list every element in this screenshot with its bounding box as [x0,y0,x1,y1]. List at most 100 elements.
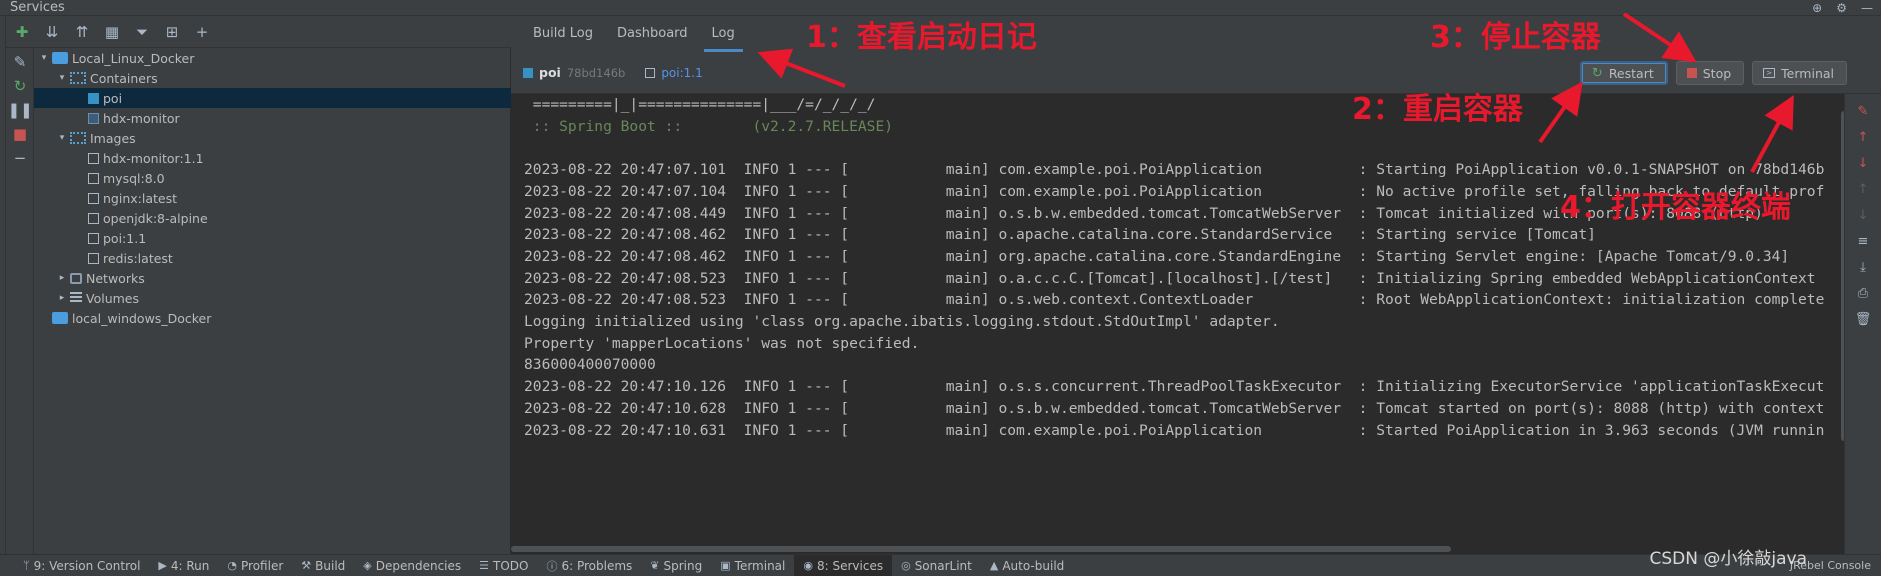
expand-all-icon[interactable]: ⇊ [42,22,62,42]
gear-icon[interactable]: ⚙ [1836,0,1847,16]
tree-item[interactable]: openjdk:8-alpine [34,208,511,228]
next-icon[interactable]: ↓ [1853,206,1873,226]
tree-item[interactable]: poi:1.1 [34,228,511,248]
scroll-to-end-icon[interactable]: ⤓ [1853,258,1873,278]
tab-strip: Build Log Dashboard Log [511,16,1881,52]
tree-item-label: openjdk:8-alpine [103,210,208,226]
toolwindow-run[interactable]: ▶ 4: Run [149,555,218,576]
toolwindow-sonarlint[interactable]: ◎ SonarLint [892,555,981,576]
tree-item[interactable]: hdx-monitor [34,108,511,128]
toolwindow-services[interactable]: ◉ 8: Services [794,554,893,576]
chevron-down-icon[interactable]: ▾ [56,73,68,83]
pause-icon[interactable]: ❚❚ [7,100,32,120]
tree-item[interactable]: ▸ Networks [34,268,511,288]
networks-icon [70,272,82,284]
toolwindow-terminal[interactable]: ▣ Terminal [711,555,794,576]
chevron-right-icon[interactable]: ▸ [56,293,68,303]
tree-item[interactable]: mysql:8.0 [34,168,511,188]
tree-item[interactable]: ▾ Containers [34,68,511,88]
toolwindow-hammer[interactable]: ⚒ Build [292,555,354,576]
toolwindow-profiler[interactable]: ◔ Profiler [218,555,292,576]
stop-button[interactable]: Stop [1675,61,1745,85]
restart-icon: ↻ [1591,65,1603,81]
tree-item-label: local_windows_Docker [72,310,212,326]
new-tab-icon[interactable]: ⊞ [162,22,182,42]
minimize-icon[interactable]: — [1861,0,1873,16]
tree-item[interactable]: hdx-monitor:1.1 [34,148,511,168]
toolwindow-list[interactable]: ☰ TODO [470,555,537,576]
toolwindow-dependencies[interactable]: ◈ Dependencies [354,555,470,576]
up-arrow-icon[interactable]: ↑ [1853,128,1873,148]
chevron-down-icon[interactable]: ▾ [56,133,68,143]
run-icon: ▶ [158,559,167,572]
soft-wrap-icon[interactable]: ≡ [1853,232,1873,252]
toolwindow-label: TODO [493,558,529,573]
down-arrow-icon[interactable]: ↓ [1853,154,1873,174]
containers-icon [70,72,86,84]
tree-item[interactable]: nginx:latest [34,188,511,208]
tree-item[interactable]: poi [34,88,511,108]
toolwindow-label: Auto-build [1002,558,1065,573]
add-service-icon[interactable]: ✚ [12,22,32,42]
tab-log[interactable]: Log [700,16,747,52]
tab-build-log[interactable]: Build Log [521,16,605,52]
terminal-icon: ▣ [720,559,731,572]
toolwindow-warning[interactable]: ▲ Auto-build [981,555,1073,576]
toolwindow-branch[interactable]: ᛘ 9: Version Control [14,555,149,576]
toolwindow-label: Terminal [734,558,786,573]
tree-item[interactable]: local_windows_Docker [34,308,511,328]
services-tree: ▾ Local_Linux_Docker ▾ Containers poi hdx-mon… [34,48,511,554]
print-icon[interactable]: ⎙ [1853,284,1873,304]
services-vertical-toolbar: ✎ ↻ ❚❚ ■ − [6,48,34,554]
redeploy-icon[interactable]: ↻ [10,76,30,96]
log-output[interactable]: =========|_|==============|___/=/_/_/_/ … [511,94,1844,554]
clear-marker-icon[interactable]: ✎ [1853,102,1873,122]
hammer-icon: ⚒ [301,559,312,572]
tree-item-label: Volumes [86,290,140,306]
edit-icon[interactable]: ✎ [10,52,30,72]
tree-item[interactable]: redis:latest [34,248,511,268]
container-infobar: poi 78bd146b poi:1.1 ↻ Restart Stop > Te… [511,52,1881,94]
docker-icon [52,312,68,324]
tree-item[interactable]: ▸ Volumes [34,288,511,308]
toolwindow-label: Build [315,558,346,573]
prev-icon[interactable]: ↑ [1853,180,1873,200]
stop-label: Stop [1702,65,1732,81]
horizontal-scrollbar[interactable] [511,544,1844,554]
collapse-all-icon[interactable]: ⇈ [72,22,92,42]
tree-item[interactable]: ▾ Local_Linux_Docker [34,48,511,68]
annotation-3: 3：停止容器 [1430,20,1601,55]
tree-item[interactable]: ▾ Images [34,128,511,148]
container-image-link[interactable]: poi:1.1 [661,66,702,80]
branch-icon: ᛘ [23,559,30,572]
log-side-toolbar: ✎ ↑ ↓ ↑ ↓ ≡ ⤓ ⎙ 🗑 [1844,94,1881,554]
tree-item-label: nginx:latest [103,190,177,206]
restart-label: Restart [1608,65,1654,81]
restart-button[interactable]: ↻ Restart [1579,61,1668,85]
stop-icon[interactable]: ■ [10,124,30,144]
target-icon[interactable]: ⊕ [1812,0,1822,16]
profiler-icon: ◔ [227,559,238,572]
tab-dashboard[interactable]: Dashboard [605,16,700,52]
minus-icon[interactable]: − [10,148,30,168]
toolwindow-spring[interactable]: ❦ Spring [641,555,711,576]
services-icon: ◉ [803,559,813,572]
plus-icon[interactable]: + [192,22,212,42]
filter-icon[interactable]: ⏷ [132,22,152,42]
container-running-icon [88,92,99,104]
chevron-right-icon[interactable]: ▸ [56,273,68,283]
list-icon: ☰ [479,559,490,572]
toolwindow-info[interactable]: ⓘ 6: Problems [537,555,641,576]
terminal-button[interactable]: > Terminal [1752,61,1847,85]
trash-icon[interactable]: 🗑 [1853,310,1873,330]
toolwindow-label: 9: Version Control [33,558,141,573]
sonarlint-icon: ◎ [901,559,911,572]
container-icon [523,67,533,78]
tree-item-label: Networks [86,270,145,286]
group-icon[interactable]: ▦ [102,22,122,42]
container-icon [88,112,99,124]
toolwindow-label: Dependencies [375,558,462,573]
toolwindow-label: Spring [663,558,703,573]
tree-item-label: Images [90,130,136,146]
chevron-down-icon[interactable]: ▾ [38,53,50,63]
